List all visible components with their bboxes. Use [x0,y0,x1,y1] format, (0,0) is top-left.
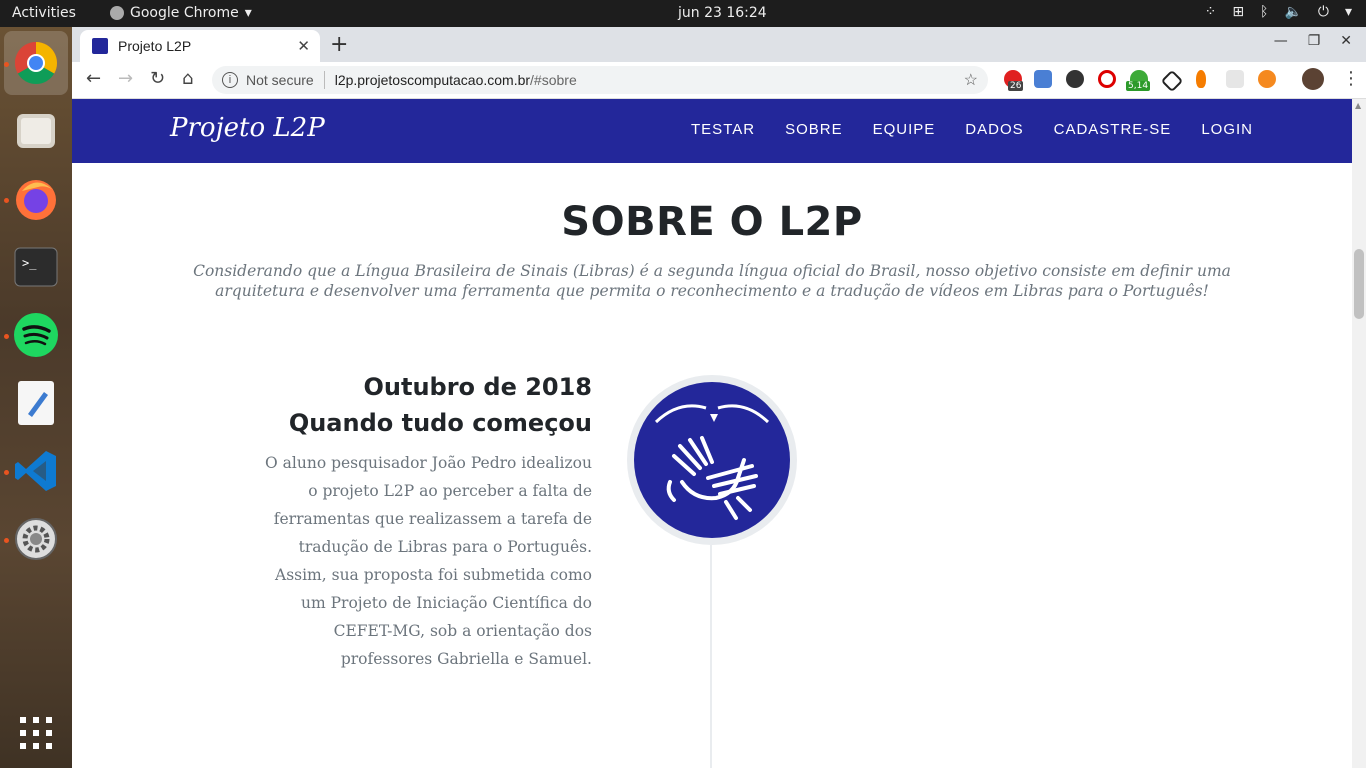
diamond-extension-icon[interactable] [1160,69,1184,93]
chrome-dock-icon[interactable] [12,39,60,87]
extension-badge: 5,14 [1126,81,1151,91]
timeline-date: Outubro de 2018 [363,373,592,401]
nav-testar[interactable]: TESTAR [691,121,755,138]
tab-title: Projeto L2P [118,38,192,54]
section-subtitle: Considerando que a Língua Brasileira de … [193,262,1231,300]
page-viewport: Projeto L2P TESTAR SOBRE EQUIPE DADOS CA… [72,99,1352,768]
reload-icon[interactable]: ↻ [150,68,165,89]
section-title: SOBRE O L2P [561,199,863,245]
files-dock-icon[interactable] [12,107,60,155]
download-extension-icon[interactable] [1066,70,1084,88]
clock[interactable]: jun 23 16:24 [678,5,767,21]
back-arrow-icon[interactable]: ← [86,68,101,89]
timeline-body: O aluno pesquisador João Pedro idealizou… [265,454,592,668]
maximize-icon[interactable]: ❐ [1308,33,1321,49]
terminal-dock-icon[interactable]: >_ [12,243,60,291]
chevron-down-icon: ▾ [244,5,252,21]
timeline-image [627,375,797,545]
vscode-dock-icon[interactable] [12,447,60,495]
security-label[interactable]: Not secure [246,72,314,88]
text-editor-dock-icon[interactable] [12,379,60,427]
settings-dock-icon[interactable] [12,515,60,563]
info-icon[interactable]: i [222,72,238,88]
block-extension-icon[interactable] [1098,70,1116,88]
dock: >_ [0,27,72,768]
url-text[interactable]: l2p.projetoscomputacao.com.br/#sobre [335,72,577,88]
nav-sobre[interactable]: SOBRE [785,121,843,138]
nav-dados[interactable]: DADOS [965,121,1023,138]
blank-extension-icon[interactable] [1226,70,1244,88]
app-menu-label: Google Chrome [130,5,239,21]
close-tab-icon[interactable]: ✕ [297,37,310,55]
more-menu-icon[interactable]: ⋮ [1342,68,1360,89]
volume-icon[interactable]: 🔈 [1284,4,1301,20]
show-applications-icon[interactable] [12,709,60,757]
scrollbar-thumb[interactable] [1354,249,1364,319]
system-tray[interactable]: ⁘ ⊞ ᛒ 🔈 ⏻ ▾ [1205,4,1352,20]
nav-equipe[interactable]: EQUIPE [873,121,936,138]
translate-extension-icon[interactable] [1034,70,1052,88]
activities-button[interactable]: Activities [12,5,76,21]
close-window-icon[interactable]: ✕ [1340,33,1352,49]
new-tab-button[interactable]: + [330,32,348,57]
flame-extension-icon[interactable] [1196,70,1206,88]
site-menu: TESTAR SOBRE EQUIPE DADOS CADASTRE-SE LO… [691,121,1253,138]
spotify-dock-icon[interactable] [12,311,60,359]
bookmark-star-icon[interactable]: ☆ [964,70,978,90]
url-host: l2p.projetoscomputacao.com.br [334,72,531,88]
chevron-down-icon[interactable]: ▾ [1345,4,1352,20]
nav-cadastre-se[interactable]: CADASTRE-SE [1054,121,1172,138]
orange-extension-icon[interactable] [1258,70,1276,88]
forward-arrow-icon[interactable]: → [118,68,133,89]
window-controls: — ❐ ✕ [1274,33,1352,49]
tab-strip: Projeto L2P ✕ + — ❐ ✕ [72,27,1366,62]
chrome-app-icon [110,6,124,20]
address-bar[interactable]: i Not secure l2p.projetoscomputacao.com.… [212,66,988,94]
tab-projeto-l2p[interactable]: Projeto L2P ✕ [80,30,320,62]
site-navbar: Projeto L2P TESTAR SOBRE EQUIPE DADOS CA… [72,99,1352,163]
url-path: /#sobre [530,72,577,88]
nav-login[interactable]: LOGIN [1201,121,1253,138]
timeline-line [710,545,712,768]
minimize-icon[interactable]: — [1274,33,1288,49]
extension-badge: 26 [1008,81,1024,91]
app-menu[interactable]: Google Chrome ▾ [110,5,252,21]
browser-toolbar: ← → ↻ ⌂ i Not secure l2p.projetoscomputa… [72,62,1366,99]
scroll-up-icon[interactable]: ▲ [1355,101,1361,110]
profile-avatar[interactable] [1302,68,1324,90]
apps-indicator-icon[interactable]: ⁘ [1205,4,1217,20]
favicon-icon [92,38,108,54]
network-icon[interactable]: ⊞ [1232,4,1244,20]
power-icon[interactable]: ⏻ [1318,4,1329,20]
timeline-heading: Quando tudo começou [288,409,592,437]
firefox-dock-icon[interactable] [12,175,60,223]
site-brand[interactable]: Projeto L2P [170,113,325,143]
bluetooth-icon[interactable]: ᛒ [1260,4,1268,20]
page-scrollbar[interactable]: ▲ [1352,99,1366,768]
home-icon[interactable]: ⌂ [182,68,193,89]
svg-text:>_: >_ [22,256,37,270]
sign-language-hands-icon [654,404,770,520]
system-top-bar: Activities Google Chrome ▾ jun 23 16:24 … [0,0,1366,27]
